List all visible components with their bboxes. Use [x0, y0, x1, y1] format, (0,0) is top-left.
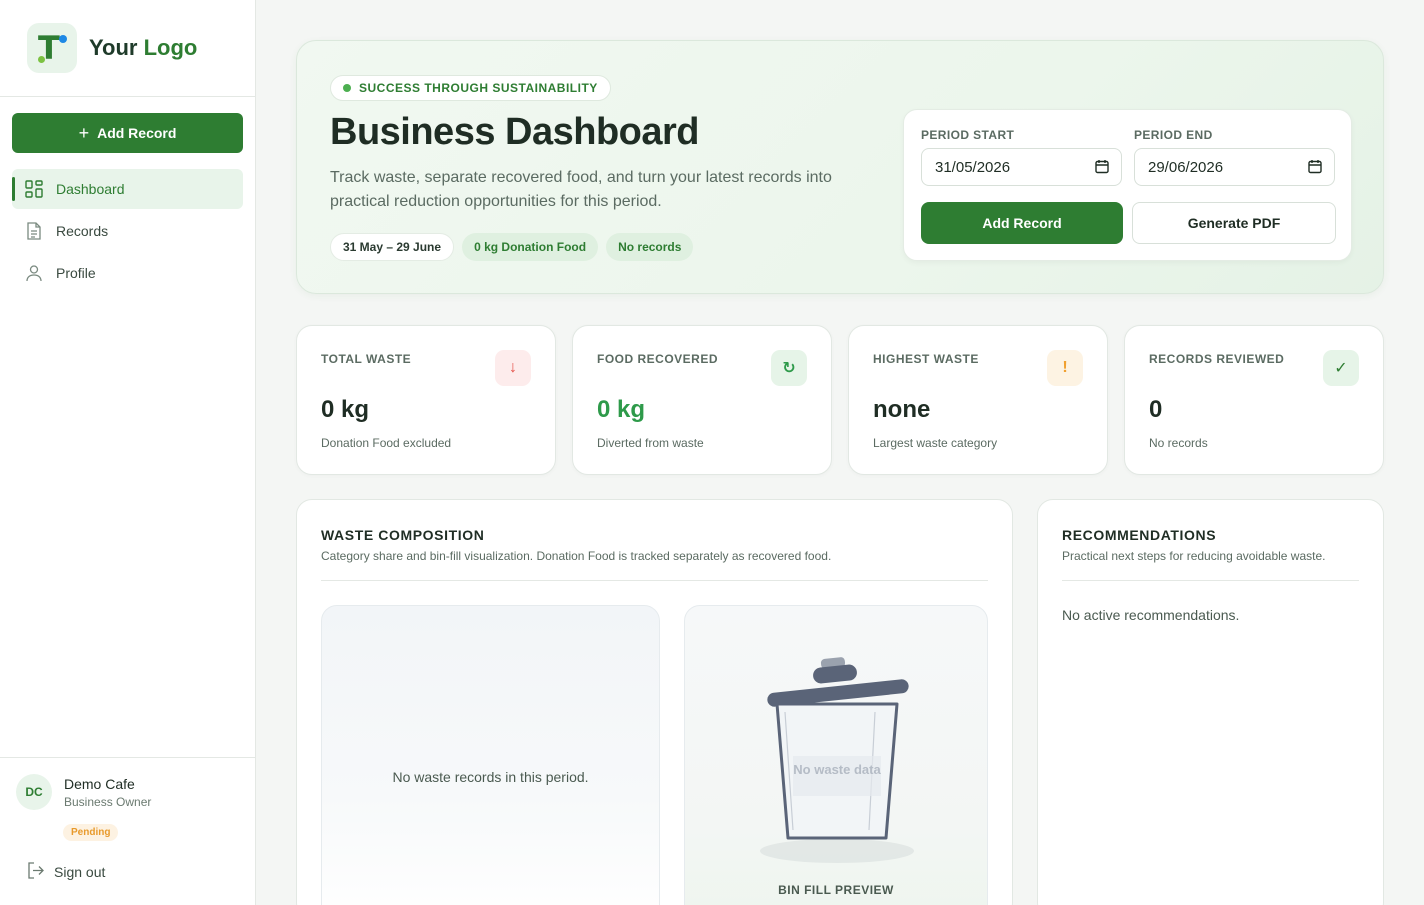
status-dot-icon — [343, 84, 351, 92]
calendar-icon[interactable] — [1095, 159, 1109, 178]
add-record-label: Add Record — [97, 125, 177, 141]
stat-value: 0 kg — [597, 396, 646, 423]
avatar: DC — [16, 774, 52, 810]
logo[interactable]: T Your Logo — [0, 0, 255, 97]
composition-chart: No waste records in this period. — [321, 605, 660, 905]
hero-badge-text: SUCCESS THROUGH SUSTAINABILITY — [359, 81, 598, 95]
logo-icon: T — [27, 23, 77, 73]
period-end-input[interactable]: 29/06/2026 — [1134, 148, 1335, 186]
panel-title: RECOMMENDATIONS — [1062, 527, 1217, 543]
sidebar: T Your Logo + Add Record Dashboard Recor… — [0, 0, 256, 905]
stat-card-records-reviewed: RECORDS REVIEWED ✓ 0 No records — [1124, 325, 1384, 475]
page-description: Track waste, separate recovered food, an… — [330, 169, 832, 210]
warning-icon: ! — [1047, 350, 1083, 386]
sidebar-item-records[interactable]: Records — [12, 211, 243, 251]
trash-bin-icon: No waste data — [760, 657, 914, 863]
org-name: Demo Cafe — [64, 776, 135, 792]
add-record-button[interactable]: + Add Record — [12, 113, 243, 153]
document-icon — [24, 221, 44, 241]
period-start-input[interactable]: 31/05/2026 — [921, 148, 1122, 186]
donation-tag: 0 kg Donation Food — [462, 233, 599, 261]
panel-subtitle: Category share and bin-fill visualizatio… — [321, 549, 832, 563]
stat-value: none — [873, 396, 931, 423]
period-start-value: 31/05/2026 — [935, 158, 1011, 176]
stat-label: HIGHEST WASTE — [873, 352, 979, 366]
period-tag: 31 May – 29 June — [330, 233, 455, 261]
logo-text: Your Logo — [89, 35, 198, 60]
waste-composition-panel: WASTE COMPOSITION Category share and bin… — [296, 499, 1013, 905]
sidebar-item-profile[interactable]: Profile — [12, 253, 243, 293]
sidebar-item-label: Dashboard — [56, 181, 125, 197]
stat-value: 0 kg — [321, 396, 370, 423]
panel-subtitle: Practical next steps for reducing avoida… — [1062, 549, 1326, 563]
status-badge: Pending — [63, 824, 119, 841]
period-end-label: PERIOD END — [1134, 128, 1213, 142]
stat-label: TOTAL WASTE — [321, 352, 412, 366]
sidebar-item-label: Records — [56, 223, 109, 239]
user-panel: DC Demo Cafe Business Owner Pending Sign… — [0, 757, 255, 905]
bin-preview-label: BIN FILL PREVIEW — [778, 883, 894, 897]
sidebar-item-dashboard[interactable]: Dashboard — [12, 169, 243, 209]
sign-out-icon — [27, 862, 44, 882]
stat-label: RECORDS REVIEWED — [1149, 352, 1285, 366]
recommendations-panel: RECOMMENDATIONS Practical next steps for… — [1037, 499, 1384, 905]
records-tag: No records — [606, 233, 694, 261]
arrow-down-icon: ↓ — [495, 350, 531, 386]
generate-pdf-button[interactable]: Generate PDF — [1132, 202, 1336, 244]
hero-badge: SUCCESS THROUGH SUSTAINABILITY — [330, 75, 611, 101]
panel-title: WASTE COMPOSITION — [321, 527, 485, 543]
stat-value: 0 — [1149, 396, 1163, 423]
main-nav: Dashboard Records Profile — [12, 169, 243, 295]
period-start-label: PERIOD START — [921, 128, 1015, 142]
refresh-icon: ↻ — [771, 350, 807, 386]
sidebar-item-label: Profile — [56, 265, 96, 281]
calendar-icon[interactable] — [1308, 159, 1322, 178]
divider — [1062, 580, 1359, 581]
bin-empty-text: No waste data — [793, 762, 881, 777]
dashboard-icon — [24, 179, 44, 199]
recommendations-empty-message: No active recommendations. — [1062, 607, 1240, 623]
chart-empty-message: No waste records in this period. — [392, 769, 589, 785]
period-selector: PERIOD START 31/05/2026 PERIOD END 29/06… — [903, 109, 1352, 261]
stat-subtext: Largest waste category — [873, 436, 998, 450]
period-end-value: 29/06/2026 — [1148, 158, 1224, 176]
plus-icon: + — [78, 122, 90, 143]
bin-fill-preview: No waste data BIN FILL PREVIEW — [684, 605, 988, 905]
page-title: Business Dashboard — [330, 111, 700, 153]
stat-card-highest-waste: HIGHEST WASTE ! none Largest waste categ… — [848, 325, 1108, 475]
dashboard-hero: SUCCESS THROUGH SUSTAINABILITY Business … — [296, 40, 1384, 294]
add-record-button[interactable]: Add Record — [921, 202, 1123, 244]
user-icon — [24, 263, 44, 283]
stat-label: FOOD RECOVERED — [597, 352, 719, 366]
stat-card-total-waste: TOTAL WASTE ↓ 0 kg Donation Food exclude… — [296, 325, 556, 475]
org-role: Business Owner — [64, 795, 152, 809]
check-icon: ✓ — [1323, 350, 1359, 386]
stat-subtext: No records — [1149, 436, 1208, 450]
stat-subtext: Diverted from waste — [597, 436, 704, 450]
sign-out-button[interactable]: Sign out — [27, 862, 105, 882]
stat-card-food-recovered: FOOD RECOVERED ↻ 0 kg Diverted from wast… — [572, 325, 832, 475]
stat-subtext: Donation Food excluded — [321, 436, 452, 450]
summary-tags: 31 May – 29 June 0 kg Donation Food No r… — [330, 233, 694, 261]
divider — [321, 580, 988, 581]
sign-out-label: Sign out — [54, 864, 106, 880]
